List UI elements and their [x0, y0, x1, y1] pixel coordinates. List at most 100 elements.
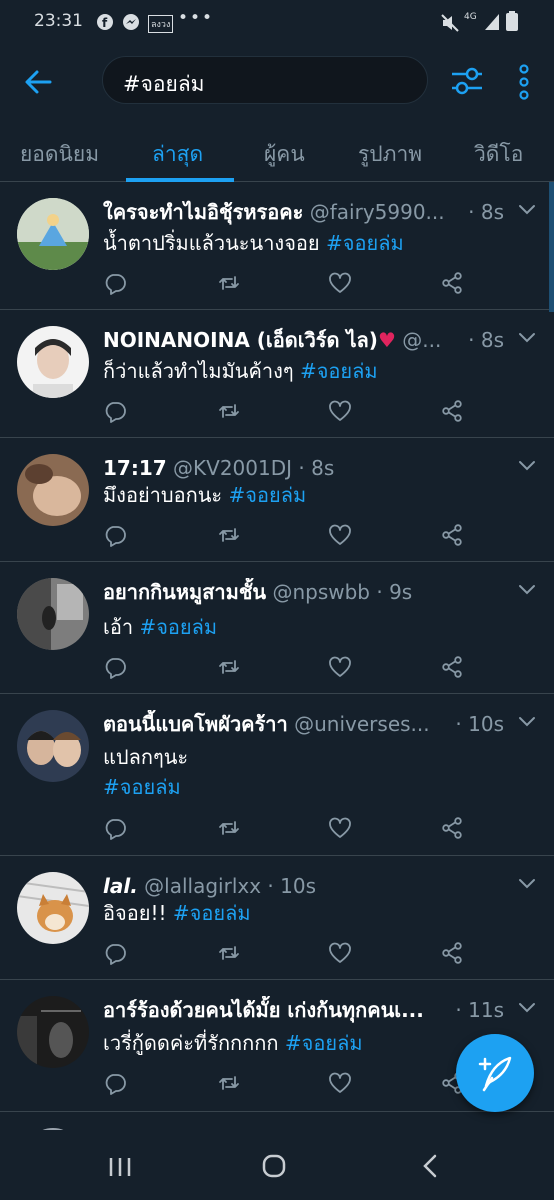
- hashtag-link[interactable]: #จอยล่ม: [139, 615, 217, 639]
- hashtag-link[interactable]: #จอยล่ม: [173, 901, 251, 925]
- tweet-item[interactable]: ตอนนี้แบคโพผัวคร้าา @universes... · 10s …: [0, 694, 554, 856]
- reply-icon[interactable]: [103, 941, 127, 965]
- tab-people[interactable]: ผู้คน: [264, 138, 305, 171]
- tweet-author-handle: @npswbb · 9s: [272, 580, 413, 604]
- chevron-down-icon[interactable]: [518, 332, 536, 344]
- share-icon[interactable]: [440, 655, 464, 679]
- tab-top[interactable]: ยอดนิยม: [20, 138, 99, 171]
- tweet-author-name[interactable]: 17:17: [103, 456, 167, 480]
- tweet-actions: [103, 655, 473, 679]
- like-icon[interactable]: [328, 816, 352, 840]
- like-icon[interactable]: [328, 1071, 352, 1095]
- network-type: 4G: [464, 12, 477, 22]
- tweet-author-name[interactable]: NOINANOINA (เอ็ดเวิร์ด ไล): [103, 328, 378, 352]
- status-bar: 23:31 f ลงวง ••• 4G: [0, 0, 554, 44]
- tweet-author-handle: @KV2001DJ · 8s: [173, 456, 335, 480]
- facebook-icon: f: [97, 14, 113, 30]
- home-icon[interactable]: [262, 1154, 286, 1178]
- search-header: #จอยล่ม: [0, 44, 554, 120]
- like-icon[interactable]: [328, 271, 352, 295]
- share-icon[interactable]: [440, 399, 464, 423]
- tweet-item[interactable]: lal. @lallagirlxx · 10s อิจอย!! #จอยล่ม: [0, 856, 554, 980]
- share-icon[interactable]: [440, 941, 464, 965]
- messenger-icon: [123, 14, 139, 30]
- like-icon[interactable]: [328, 523, 352, 547]
- retweet-icon[interactable]: [217, 271, 241, 295]
- hashtag-link[interactable]: #จอยล่ม: [326, 231, 404, 255]
- reply-icon[interactable]: [103, 523, 127, 547]
- avatar[interactable]: [17, 578, 89, 650]
- hashtag-link[interactable]: #จอยล่ม: [229, 483, 307, 507]
- retweet-icon[interactable]: [217, 941, 241, 965]
- share-icon[interactable]: [440, 816, 464, 840]
- avatar[interactable]: [17, 326, 89, 398]
- like-icon[interactable]: [328, 399, 352, 423]
- tweet-item[interactable]: NOINANOINA (เอ็ดเวิร์ด ไล)♥ @... · 8s ก็…: [0, 310, 554, 438]
- tweet-text: ก็ว่าแล้วทำไมมันค้างๆ #จอยล่ม: [103, 359, 378, 383]
- retweet-icon[interactable]: [217, 816, 241, 840]
- more-vert-icon[interactable]: [516, 64, 532, 100]
- avatar[interactable]: [17, 872, 89, 944]
- tweet-author-name[interactable]: อยากกินหมูสามชั้น: [103, 580, 266, 604]
- back-arrow-icon[interactable]: [22, 66, 54, 98]
- reply-icon[interactable]: [103, 816, 127, 840]
- avatar[interactable]: [17, 996, 89, 1068]
- chevron-down-icon[interactable]: [518, 204, 536, 216]
- like-icon[interactable]: [328, 941, 352, 965]
- signal-icon: [485, 14, 499, 30]
- hashtag-link[interactable]: #จอยล่ม: [285, 1031, 363, 1055]
- chevron-down-icon[interactable]: [518, 1002, 536, 1014]
- chevron-down-icon[interactable]: [518, 584, 536, 596]
- compose-tweet-button[interactable]: [456, 1034, 534, 1112]
- retweet-icon[interactable]: [217, 1071, 241, 1095]
- tab-videos[interactable]: วิดีโอ: [474, 138, 523, 171]
- reply-icon[interactable]: [103, 655, 127, 679]
- search-query: #จอยล่ม: [123, 72, 205, 96]
- tweet-timestamp: · 8s: [464, 326, 504, 354]
- tweet-actions: [103, 523, 473, 547]
- reply-icon[interactable]: [103, 271, 127, 295]
- avatar[interactable]: [17, 710, 89, 782]
- tweet-actions: [103, 941, 473, 965]
- tweet-author-handle: @universes...: [294, 712, 430, 736]
- tweet-author-name[interactable]: อาร์ร้องด้วยคนได้มั้ย เก่งก้นทุกคนเ...: [103, 998, 424, 1022]
- tweet-item[interactable]: 17:17 @KV2001DJ · 8s มึงอย่าบอกนะ #จอยล่…: [0, 438, 554, 562]
- tweet-author-handle: @lallagirlxx · 10s: [144, 874, 316, 898]
- tweet-actions: [103, 399, 473, 423]
- hashtag-link[interactable]: #จอยล่ม: [300, 359, 378, 383]
- scrollbar[interactable]: [549, 182, 554, 312]
- share-icon[interactable]: [440, 523, 464, 547]
- retweet-icon[interactable]: [217, 523, 241, 547]
- like-icon[interactable]: [328, 655, 352, 679]
- tweet-author-name[interactable]: ใครจะทำไมอิชุ้รหรอคะ: [103, 200, 303, 224]
- reply-icon[interactable]: [103, 1071, 127, 1095]
- chevron-down-icon[interactable]: [518, 460, 536, 472]
- hashtag-link[interactable]: #จอยล่ม: [103, 775, 181, 799]
- tweet-author-name[interactable]: ตอนนี้แบคโพผัวคร้าา: [103, 712, 288, 736]
- filter-icon[interactable]: [450, 64, 484, 98]
- status-time: 23:31: [34, 11, 83, 31]
- battery-icon: [506, 11, 518, 31]
- tab-latest[interactable]: ล่าสุด: [152, 138, 203, 171]
- retweet-icon[interactable]: [217, 399, 241, 423]
- chevron-down-icon[interactable]: [518, 716, 536, 728]
- tweet-item[interactable]: ใครจะทำไมอิชุ้รหรอคะ @fairy5990... · 8s …: [0, 182, 554, 310]
- tweet-author-name[interactable]: lal.: [103, 874, 138, 898]
- svg-text:f: f: [102, 16, 108, 30]
- system-back-icon[interactable]: [422, 1154, 438, 1178]
- recent-apps-icon[interactable]: [108, 1156, 132, 1178]
- more-notifications-icon: •••: [178, 8, 215, 28]
- compose-icon: [478, 1056, 512, 1092]
- avatar[interactable]: [17, 198, 89, 270]
- avatar[interactable]: [17, 454, 89, 526]
- tweet-actions: [103, 816, 473, 840]
- chevron-down-icon[interactable]: [518, 878, 536, 890]
- tweet-author-handle: @fairy5990...: [309, 200, 445, 224]
- reply-icon[interactable]: [103, 399, 127, 423]
- share-icon[interactable]: [440, 271, 464, 295]
- tab-photos[interactable]: รูปภาพ: [358, 138, 422, 171]
- search-input[interactable]: #จอยล่ม: [102, 56, 428, 104]
- tweet-item[interactable]: อยากกินหมูสามชั้น @npswbb · 9s เอ้า #จอย…: [0, 562, 554, 694]
- tweet-text: เอ้า #จอยล่ม: [103, 615, 218, 639]
- retweet-icon[interactable]: [217, 655, 241, 679]
